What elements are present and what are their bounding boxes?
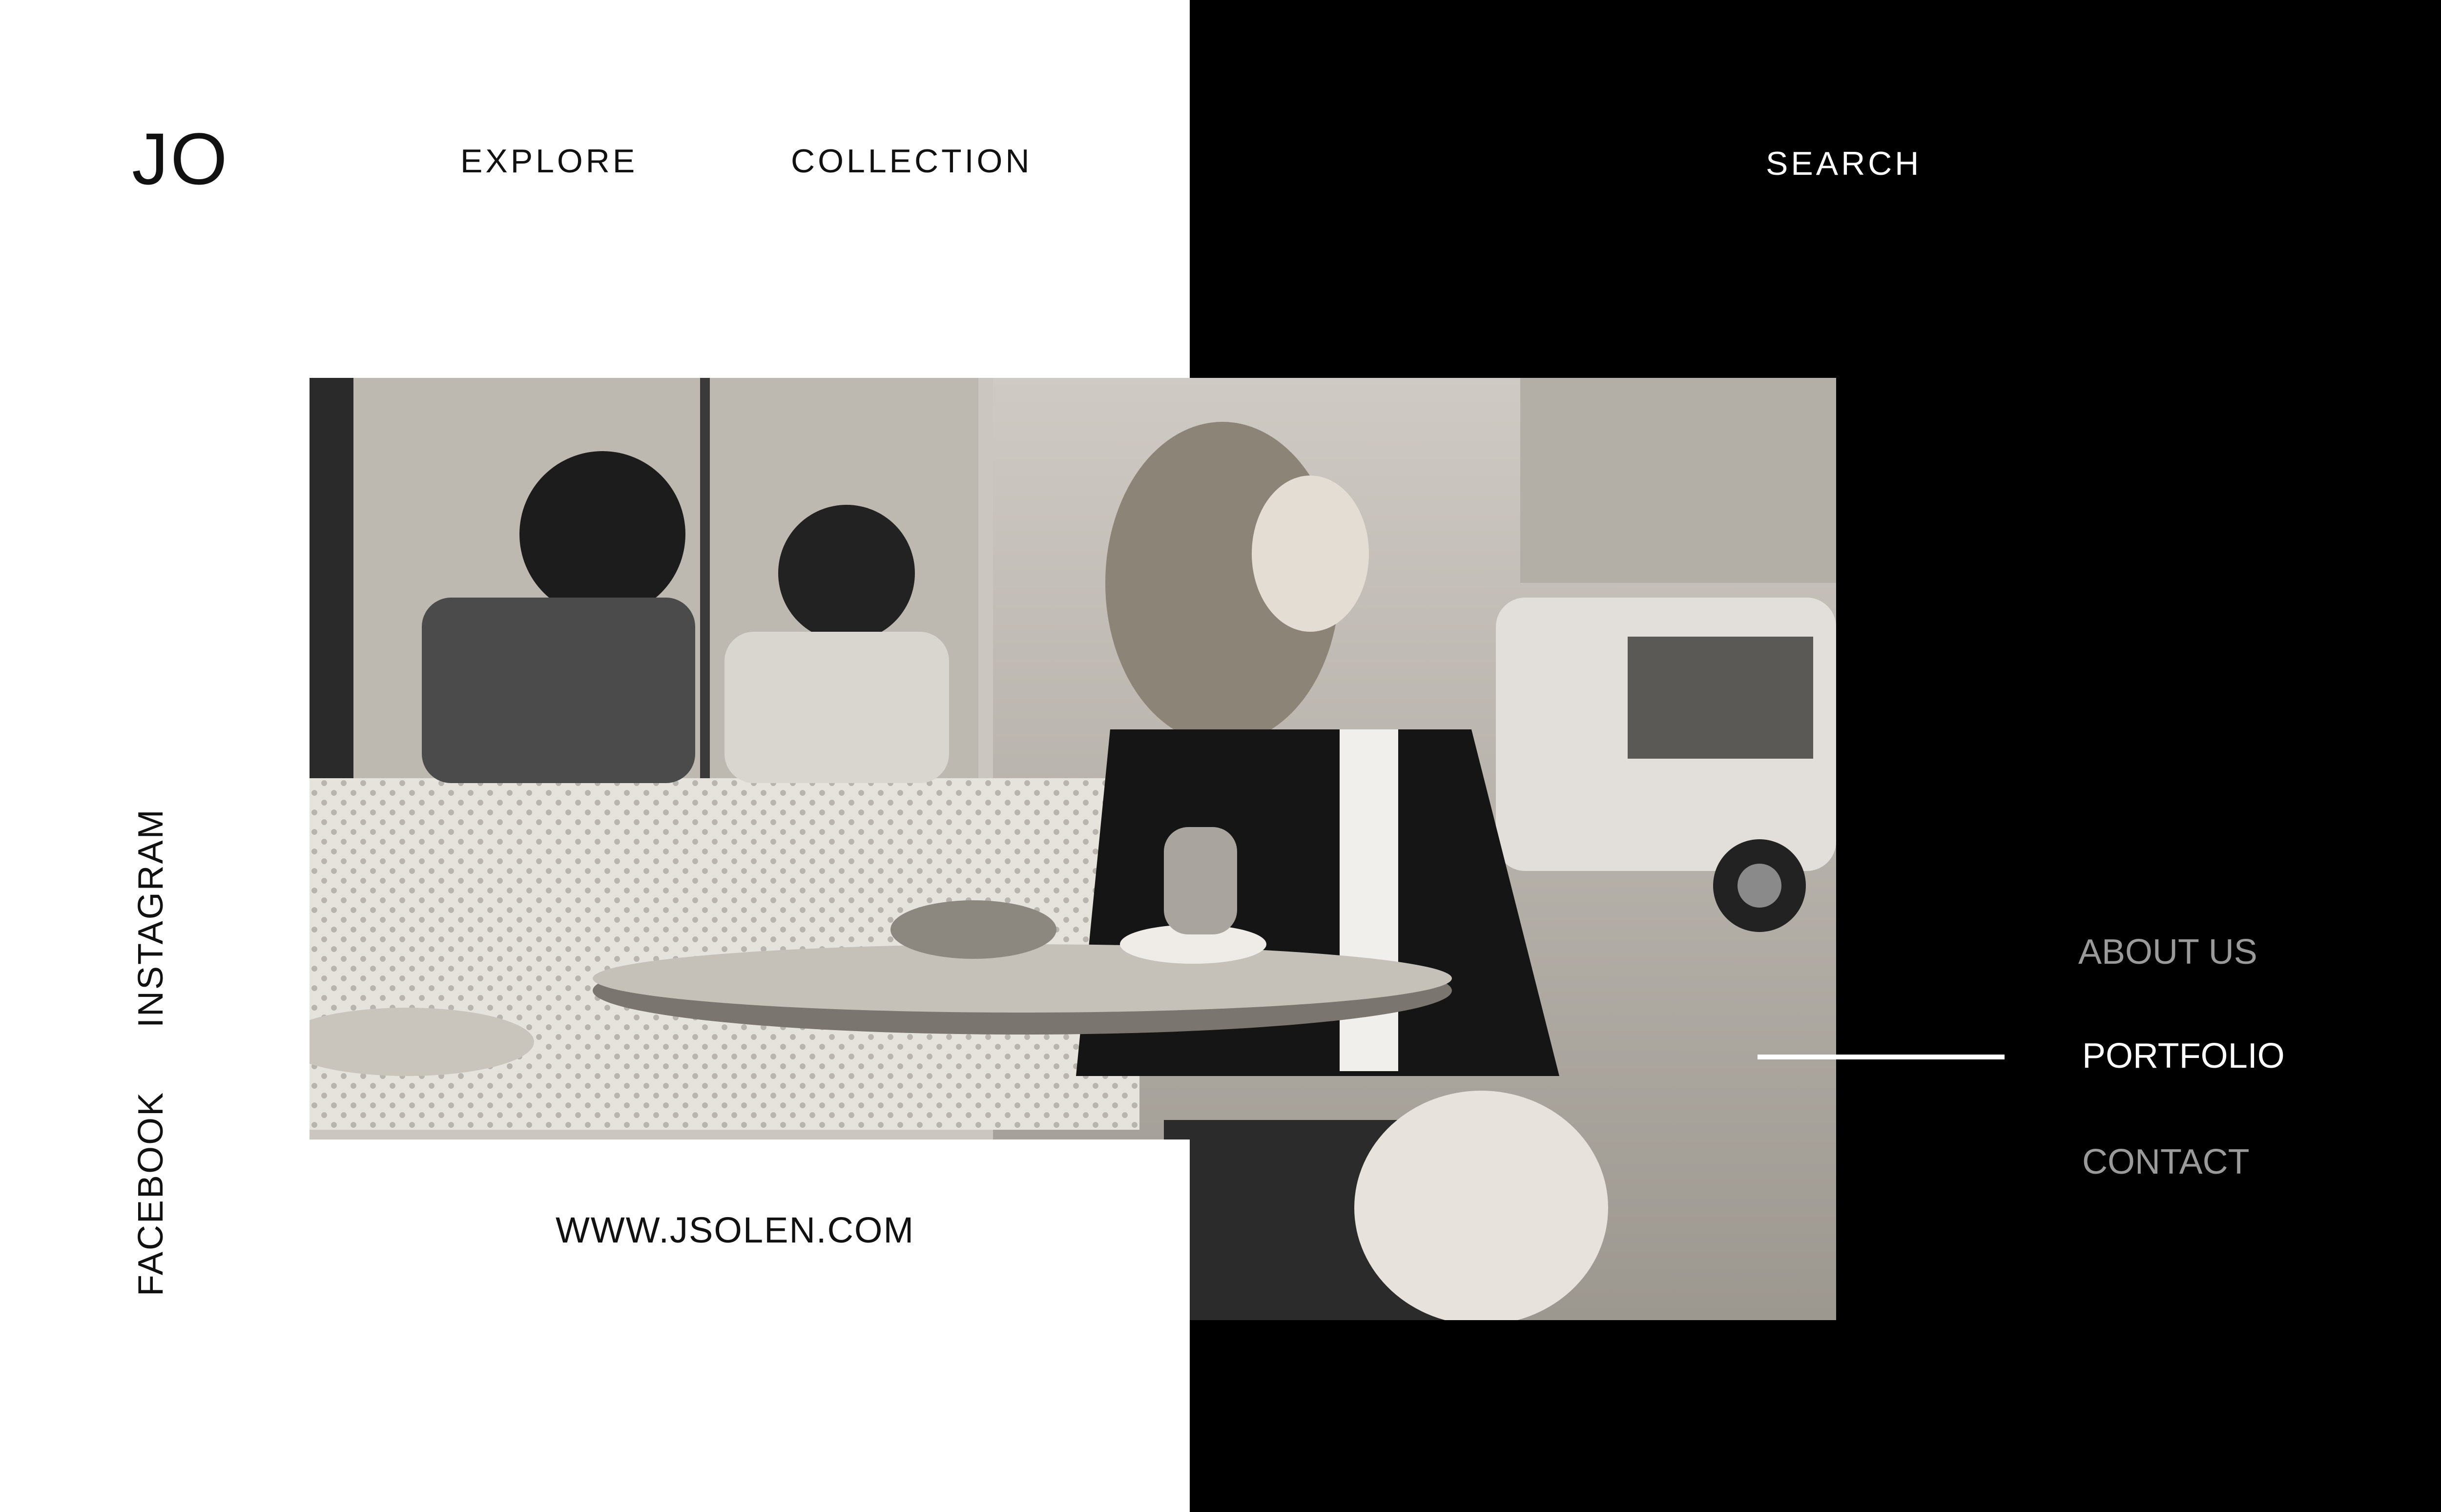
nav-collection[interactable]: COLLECTION: [791, 142, 1033, 181]
social-instagram[interactable]: INSTAGRAM: [131, 808, 171, 1028]
menu-about-us[interactable]: ABOUT US: [2078, 930, 2257, 974]
nav-explore[interactable]: EXPLORE: [460, 142, 638, 181]
active-indicator-line: [1758, 1055, 2005, 1059]
menu-portfolio[interactable]: PORTFOLIO: [2082, 1034, 2285, 1078]
nav-search[interactable]: SEARCH: [1766, 144, 1922, 183]
brand-logo[interactable]: JO: [132, 122, 229, 195]
menu-contact[interactable]: CONTACT: [2082, 1140, 2250, 1184]
website-url[interactable]: WWW.JSOLEN.COM: [556, 1208, 914, 1252]
social-facebook[interactable]: FACEBOOK: [131, 1091, 171, 1296]
